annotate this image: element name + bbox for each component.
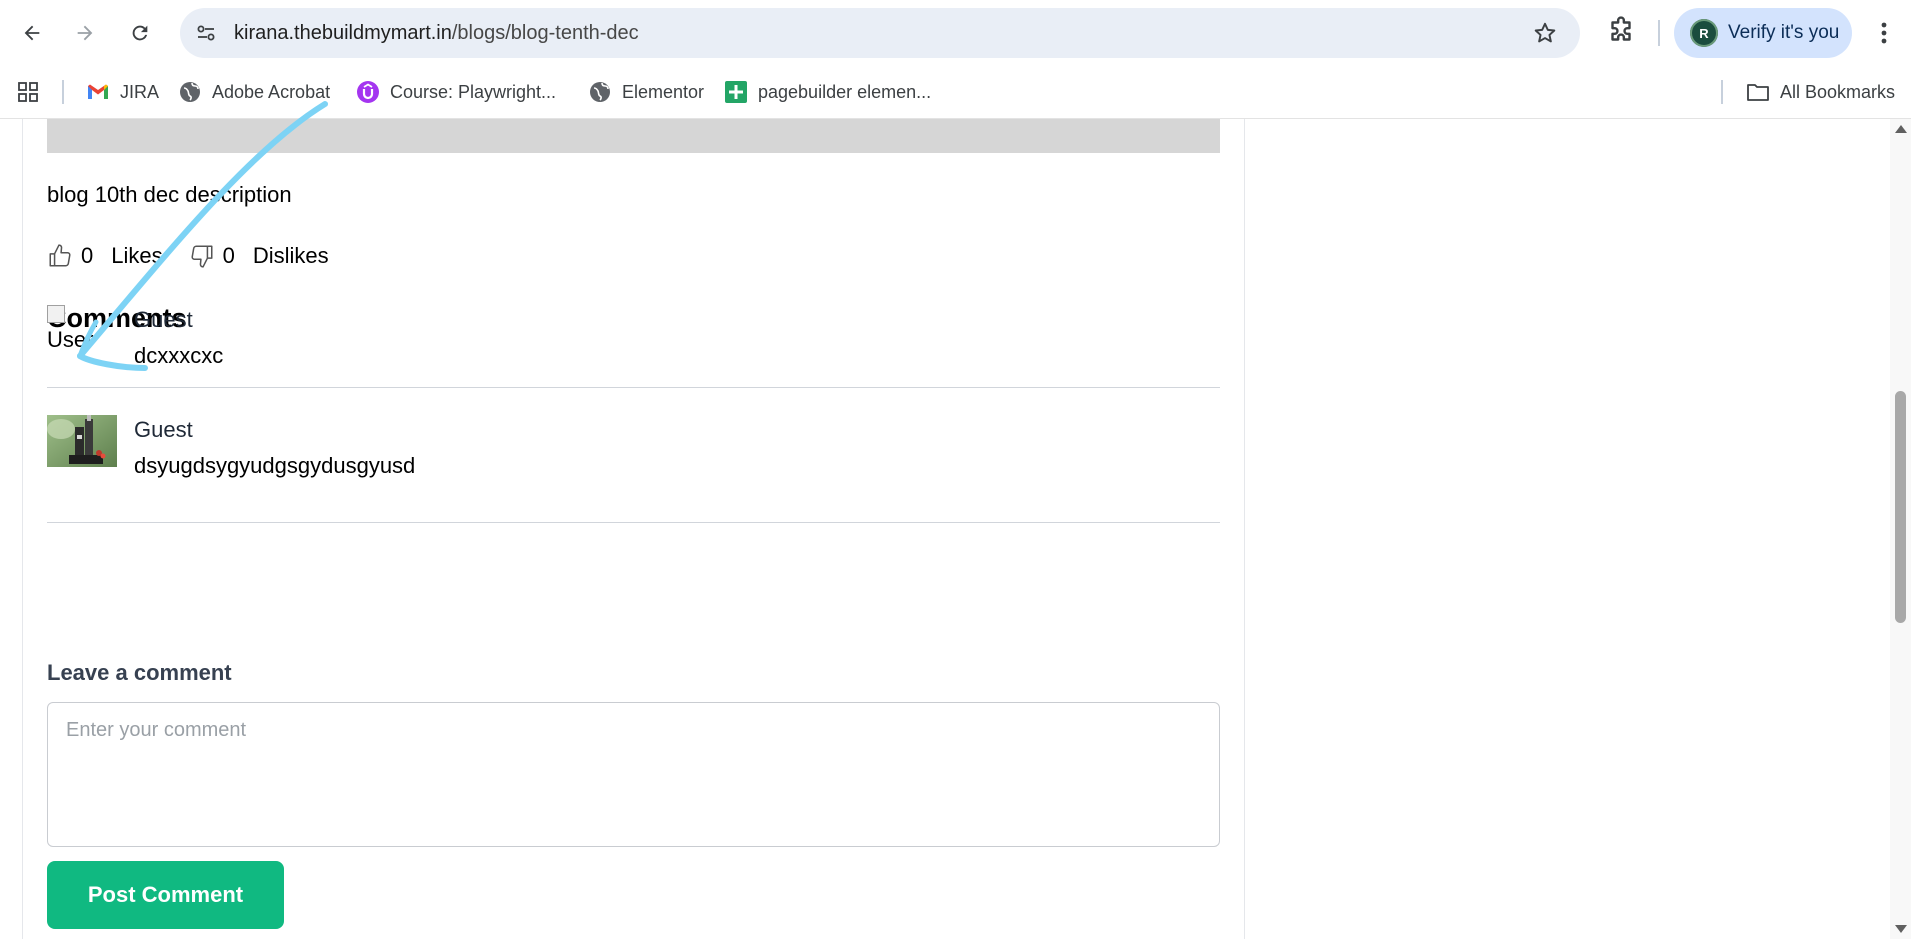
scrollbar-thumb[interactable] — [1895, 391, 1906, 623]
avatar-broken-image: User — [47, 305, 117, 351]
bookmarks-bar: JIRA Adobe Acrobat Course: Playwright...… — [0, 66, 1911, 119]
back-arrow-icon — [24, 25, 40, 41]
all-bookmarks-button[interactable]: All Bookmarks — [1746, 78, 1895, 106]
bookmark-pagebuilder[interactable]: pagebuilder elemen... — [724, 78, 931, 106]
bookmark-elementor[interactable]: Elementor — [588, 78, 704, 106]
avatar — [47, 415, 117, 467]
dislikes-count: 0 — [222, 243, 235, 268]
bookmark-label: Course: Playwright... — [390, 81, 557, 102]
post-comment-button[interactable]: Post Comment — [47, 861, 284, 929]
apps-button[interactable] — [16, 78, 40, 106]
url-host: kirana.thebuildmymart.in — [234, 22, 452, 44]
page-viewport: blog 10th dec description 0 Likes 0 Disl… — [0, 119, 1890, 939]
url-path: /blogs/blog-tenth-dec — [451, 22, 639, 44]
thumbs-down-icon[interactable] — [189, 243, 215, 269]
address-bar[interactable]: kirana.thebuildmymart.in/blogs/blog-tent… — [180, 8, 1580, 58]
broken-image-icon — [47, 305, 65, 323]
comment-author: Guest — [134, 417, 193, 442]
star-icon[interactable] — [1532, 20, 1558, 46]
profile-avatar: R — [1690, 19, 1718, 47]
bookmark-label: Elementor — [622, 81, 705, 102]
comment-text: dsyugdsygyudgsgydusgyusd — [134, 453, 416, 478]
thumbs-up-icon[interactable] — [47, 243, 73, 269]
verify-label: Verify it's you — [1728, 22, 1840, 43]
globe-icon — [180, 82, 200, 102]
extensions-icon[interactable] — [1604, 14, 1638, 48]
comment-separator — [47, 387, 1220, 388]
forward-arrow-icon — [77, 25, 93, 41]
globe-icon — [590, 82, 610, 102]
bookmark-course-playwright[interactable]: Course: Playwright... — [356, 78, 556, 106]
more-vert-icon[interactable] — [1874, 18, 1894, 48]
comment-text: dcxxxcxc — [134, 343, 224, 368]
bookmark-label: pagebuilder elemen... — [758, 81, 932, 102]
comment-textarea[interactable] — [47, 702, 1220, 847]
avatar-alt-text: User — [47, 327, 94, 353]
all-bookmarks-label: All Bookmarks — [1780, 81, 1896, 102]
page-scrollbar[interactable] — [1890, 119, 1911, 939]
browser-toolbar: kirana.thebuildmymart.in/blogs/blog-tent… — [0, 0, 1911, 66]
bookmark-adobe-acrobat[interactable]: Adobe Acrobat — [178, 78, 330, 106]
forward-button[interactable] — [65, 13, 105, 53]
blog-description: blog 10th dec description — [47, 182, 292, 207]
card-border-left — [22, 119, 23, 939]
reactions-row: 0 Likes 0 Dislikes — [47, 241, 329, 271]
bookmarks-separator — [1721, 80, 1723, 104]
sheets-icon — [725, 81, 747, 103]
gmail-icon — [88, 84, 108, 99]
url-text[interactable]: kirana.thebuildmymart.in/blogs/blog-tent… — [234, 22, 639, 45]
bookmarks-separator — [62, 80, 64, 104]
reload-icon — [132, 25, 148, 41]
udemy-icon — [357, 81, 379, 103]
toolbar-divider — [1658, 20, 1660, 46]
leave-comment-heading: Leave a comment — [47, 660, 232, 685]
apps-grid-icon — [18, 82, 38, 102]
comment-separator — [47, 522, 1220, 523]
scroll-up-arrow[interactable] — [1895, 125, 1907, 133]
likes-count: 0 — [81, 243, 94, 268]
bookmark-label: JIRA — [120, 81, 160, 102]
back-button[interactable] — [12, 13, 52, 53]
bookmark-label: Adobe Acrobat — [212, 81, 331, 102]
likes-label: Likes — [111, 243, 163, 268]
verify-identity-chip[interactable]: R Verify it's you — [1674, 8, 1852, 58]
card-border-right — [1244, 119, 1245, 939]
scroll-down-arrow[interactable] — [1895, 925, 1907, 933]
blog-image-placeholder — [47, 119, 1220, 153]
bookmark-jira[interactable]: JIRA — [86, 78, 159, 106]
reload-button[interactable] — [120, 13, 160, 53]
dislikes-label: Dislikes — [252, 243, 329, 268]
comment-author: Guest — [134, 307, 193, 332]
folder-icon — [1747, 84, 1769, 101]
site-info-icon[interactable] — [194, 21, 218, 45]
